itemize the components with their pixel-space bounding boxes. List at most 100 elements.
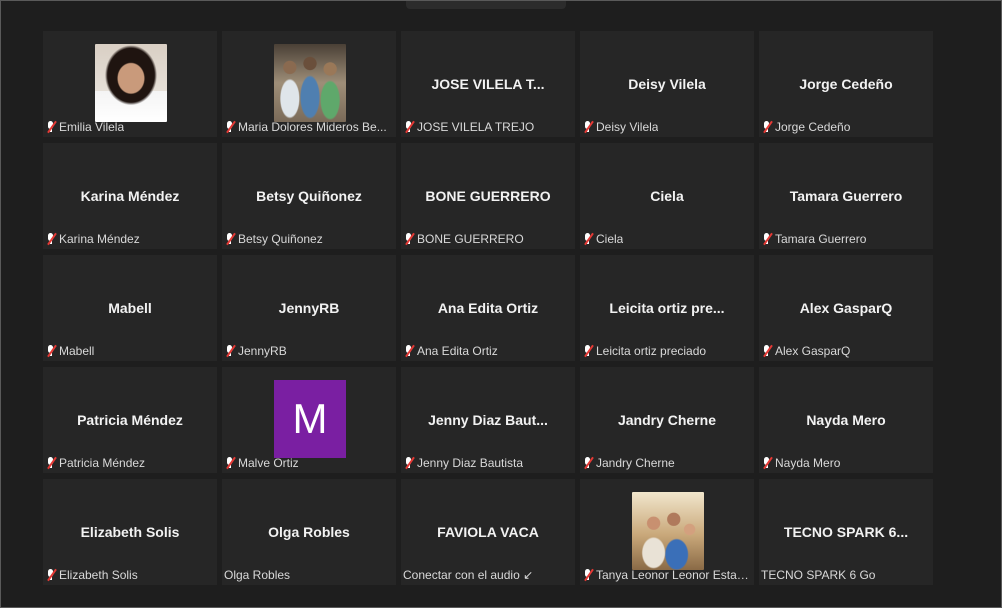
muted-mic-icon <box>45 232 57 246</box>
participant-display-name: Tamara Guerrero <box>789 188 903 204</box>
participant-name-label: Tanya Leonor Leonor Estac... <box>596 568 750 582</box>
participant-name-label: Jandry Cherne <box>596 456 675 470</box>
muted-mic-icon <box>45 344 57 358</box>
participant-name-label: Alex GasparQ <box>775 344 851 358</box>
participant-tile[interactable]: Karina Méndez Karina Méndez <box>43 143 217 249</box>
name-tag: JennyRB <box>224 343 287 359</box>
name-tag: TECNO SPARK 6 Go <box>761 567 875 583</box>
participant-display-name: Jenny Diaz Baut... <box>428 412 548 428</box>
muted-mic-icon <box>224 232 236 246</box>
name-tag: Jenny Diaz Bautista <box>403 455 523 471</box>
name-tag: Malve Ortiz <box>224 455 299 471</box>
participant-tile[interactable]: Betsy Quiñonez Betsy Quiñonez <box>222 143 396 249</box>
participant-display-name: JennyRB <box>278 300 340 316</box>
meeting-window: Emilia Vilela Maria Dolores Mideros Be..… <box>0 0 1002 608</box>
participant-display-name: Karina Méndez <box>80 188 180 204</box>
name-tag: Betsy Quiñonez <box>224 231 323 247</box>
participant-tile[interactable]: Emilia Vilela <box>43 31 217 137</box>
muted-mic-icon <box>45 456 57 470</box>
name-tag: Ciela <box>582 231 623 247</box>
name-tag: Conectar con el audio ↙ <box>403 567 533 583</box>
participant-tile[interactable]: Olga Robles Olga Robles <box>222 479 396 585</box>
name-tag: Jorge Cedeño <box>761 119 850 135</box>
name-tag: Deisy Vilela <box>582 119 658 135</box>
muted-mic-icon <box>224 120 236 134</box>
avatar-letter: M <box>274 380 346 458</box>
participant-tile[interactable]: Jenny Diaz Baut... Jenny Diaz Bautista <box>401 367 575 473</box>
participant-name-label: Jorge Cedeño <box>775 120 851 134</box>
participant-tile[interactable]: Mabell Mabell <box>43 255 217 361</box>
muted-mic-icon <box>403 456 415 470</box>
name-tag: Emilia Vilela <box>45 119 124 135</box>
participant-name-label: Karina Méndez <box>59 232 140 246</box>
muted-mic-icon <box>761 456 773 470</box>
participant-name-label: Patricia Méndez <box>59 456 146 470</box>
participant-tile[interactable]: Deisy Vilela Deisy Vilela <box>580 31 754 137</box>
participant-photo <box>95 44 167 122</box>
participant-name-label: Mabell <box>59 344 95 358</box>
participant-name-label: Betsy Quiñonez <box>238 232 323 246</box>
participant-display-name: Nayda Mero <box>806 412 886 428</box>
muted-mic-icon <box>403 232 415 246</box>
participant-tile[interactable]: Tamara Guerrero Tamara Guerrero <box>759 143 933 249</box>
participant-name-label: Nayda Mero <box>775 456 841 470</box>
participant-tile[interactable]: Nayda Mero Nayda Mero <box>759 367 933 473</box>
participant-tile[interactable]: Jorge Cedeño Jorge Cedeño <box>759 31 933 137</box>
participant-name-label: Conectar con el audio ↙ <box>403 568 534 582</box>
participant-tile[interactable]: Patricia Méndez Patricia Méndez <box>43 367 217 473</box>
muted-mic-icon <box>45 120 57 134</box>
name-tag: Nayda Mero <box>761 455 840 471</box>
muted-mic-icon <box>761 120 773 134</box>
muted-mic-icon <box>761 344 773 358</box>
name-tag: JOSE VILELA TREJO <box>403 119 534 135</box>
participant-tile[interactable]: Ciela Ciela <box>580 143 754 249</box>
participant-name-label: Elizabeth Solis <box>59 568 138 582</box>
participant-display-name: Betsy Quiñonez <box>256 188 362 204</box>
name-tag: Mabell <box>45 343 94 359</box>
participant-name-label: BONE GUERRERO <box>417 232 524 246</box>
name-tag: Alex GasparQ <box>761 343 850 359</box>
name-tag: Tanya Leonor Leonor Estac... <box>582 567 750 583</box>
participant-name-label: Olga Robles <box>224 568 291 582</box>
participant-tile[interactable]: Ana Edita Ortiz Ana Edita Ortiz <box>401 255 575 361</box>
participant-display-name: Jorge Cedeño <box>799 76 893 92</box>
participant-tile[interactable]: Maria Dolores Mideros Be... <box>222 31 396 137</box>
participant-name-label: Maria Dolores Mideros Be... <box>238 120 387 134</box>
participant-tile[interactable]: Leicita ortiz pre... Leicita ortiz precia… <box>580 255 754 361</box>
name-tag: Leicita ortiz preciado <box>582 343 706 359</box>
participant-tile[interactable]: BONE GUERRERO BONE GUERRERO <box>401 143 575 249</box>
participant-display-name: Jandry Cherne <box>617 412 717 428</box>
muted-mic-icon <box>224 344 236 358</box>
participant-photo <box>274 44 346 122</box>
participant-tile[interactable]: Jandry Cherne Jandry Cherne <box>580 367 754 473</box>
participant-name-label: Emilia Vilela <box>59 120 125 134</box>
participant-tile[interactable]: Tanya Leonor Leonor Estac... <box>580 479 754 585</box>
muted-mic-icon <box>403 120 415 134</box>
participant-name-label: Ciela <box>596 232 624 246</box>
name-tag: Ana Edita Ortiz <box>403 343 498 359</box>
participant-tile[interactable]: JOSE VILELA T... JOSE VILELA TREJO <box>401 31 575 137</box>
top-toolbar-handle[interactable] <box>406 1 566 9</box>
name-tag: Tamara Guerrero <box>761 231 866 247</box>
participant-tile[interactable]: FAVIOLA VACA Conectar con el audio ↙ <box>401 479 575 585</box>
participant-tile[interactable]: M Malve Ortiz <box>222 367 396 473</box>
participant-tile[interactable]: Elizabeth Solis Elizabeth Solis <box>43 479 217 585</box>
muted-mic-icon <box>761 232 773 246</box>
participant-name-label: JennyRB <box>238 344 287 358</box>
gallery-grid: Emilia Vilela Maria Dolores Mideros Be..… <box>43 31 933 585</box>
participant-tile[interactable]: Alex GasparQ Alex GasparQ <box>759 255 933 361</box>
participant-display-name: Patricia Méndez <box>77 412 183 428</box>
name-tag: Patricia Méndez <box>45 455 145 471</box>
participant-name-label: TECNO SPARK 6 Go <box>761 568 876 582</box>
participant-tile[interactable]: TECNO SPARK 6... TECNO SPARK 6 Go <box>759 479 933 585</box>
participant-display-name: TECNO SPARK 6... <box>783 524 909 540</box>
participant-display-name: JOSE VILELA T... <box>431 76 545 92</box>
muted-mic-icon <box>403 344 415 358</box>
participant-name-label: Deisy Vilela <box>596 120 659 134</box>
muted-mic-icon <box>582 120 594 134</box>
muted-mic-icon <box>582 344 594 358</box>
participant-tile[interactable]: JennyRB JennyRB <box>222 255 396 361</box>
muted-mic-icon <box>582 456 594 470</box>
participant-display-name: Leicita ortiz pre... <box>609 300 725 316</box>
muted-mic-icon <box>45 568 57 582</box>
